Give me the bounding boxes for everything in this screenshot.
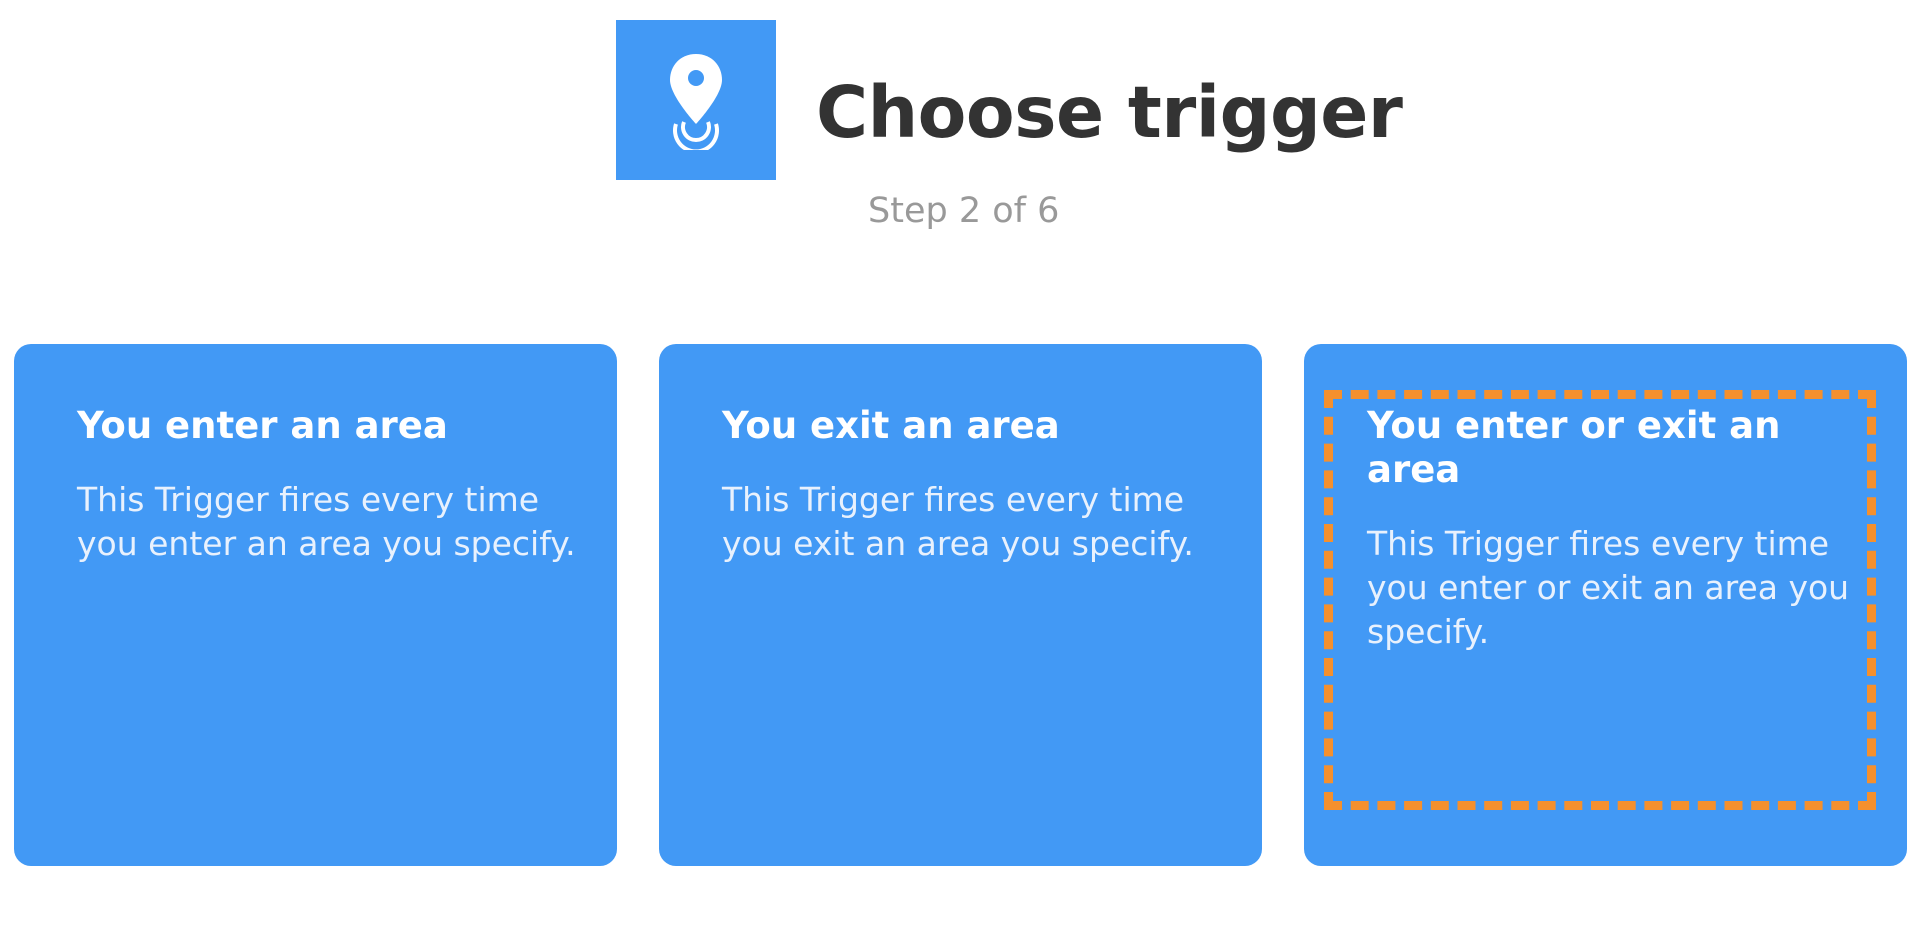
location-pin-icon [670,54,722,150]
trigger-card-exit-area[interactable]: You exit an area This Trigger fires ever… [659,344,1262,866]
trigger-list: You enter an area This Trigger fires eve… [0,344,1916,866]
page-title: Choose trigger [816,71,1403,154]
step-indicator: Step 2 of 6 [868,191,1060,231]
trigger-card-enter-area[interactable]: You enter an area This Trigger fires eve… [14,344,617,866]
trigger-card-description: This Trigger fires every time you enter … [77,480,576,563]
location-service-icon [616,20,776,180]
trigger-card-description: This Trigger fires every time you enter … [1367,524,1850,651]
trigger-card-title: You enter an area [77,404,448,447]
trigger-card-title: You exit an area [722,404,1060,447]
trigger-card-description: This Trigger fires every time you exit a… [722,480,1194,563]
trigger-card-title: You enter or exit an area [1367,404,1781,491]
trigger-card-enter-or-exit-area[interactable]: You enter or exit an area This Trigger f… [1304,344,1907,866]
page-header: Choose trigger Step 2 of 6 [0,0,1916,240]
